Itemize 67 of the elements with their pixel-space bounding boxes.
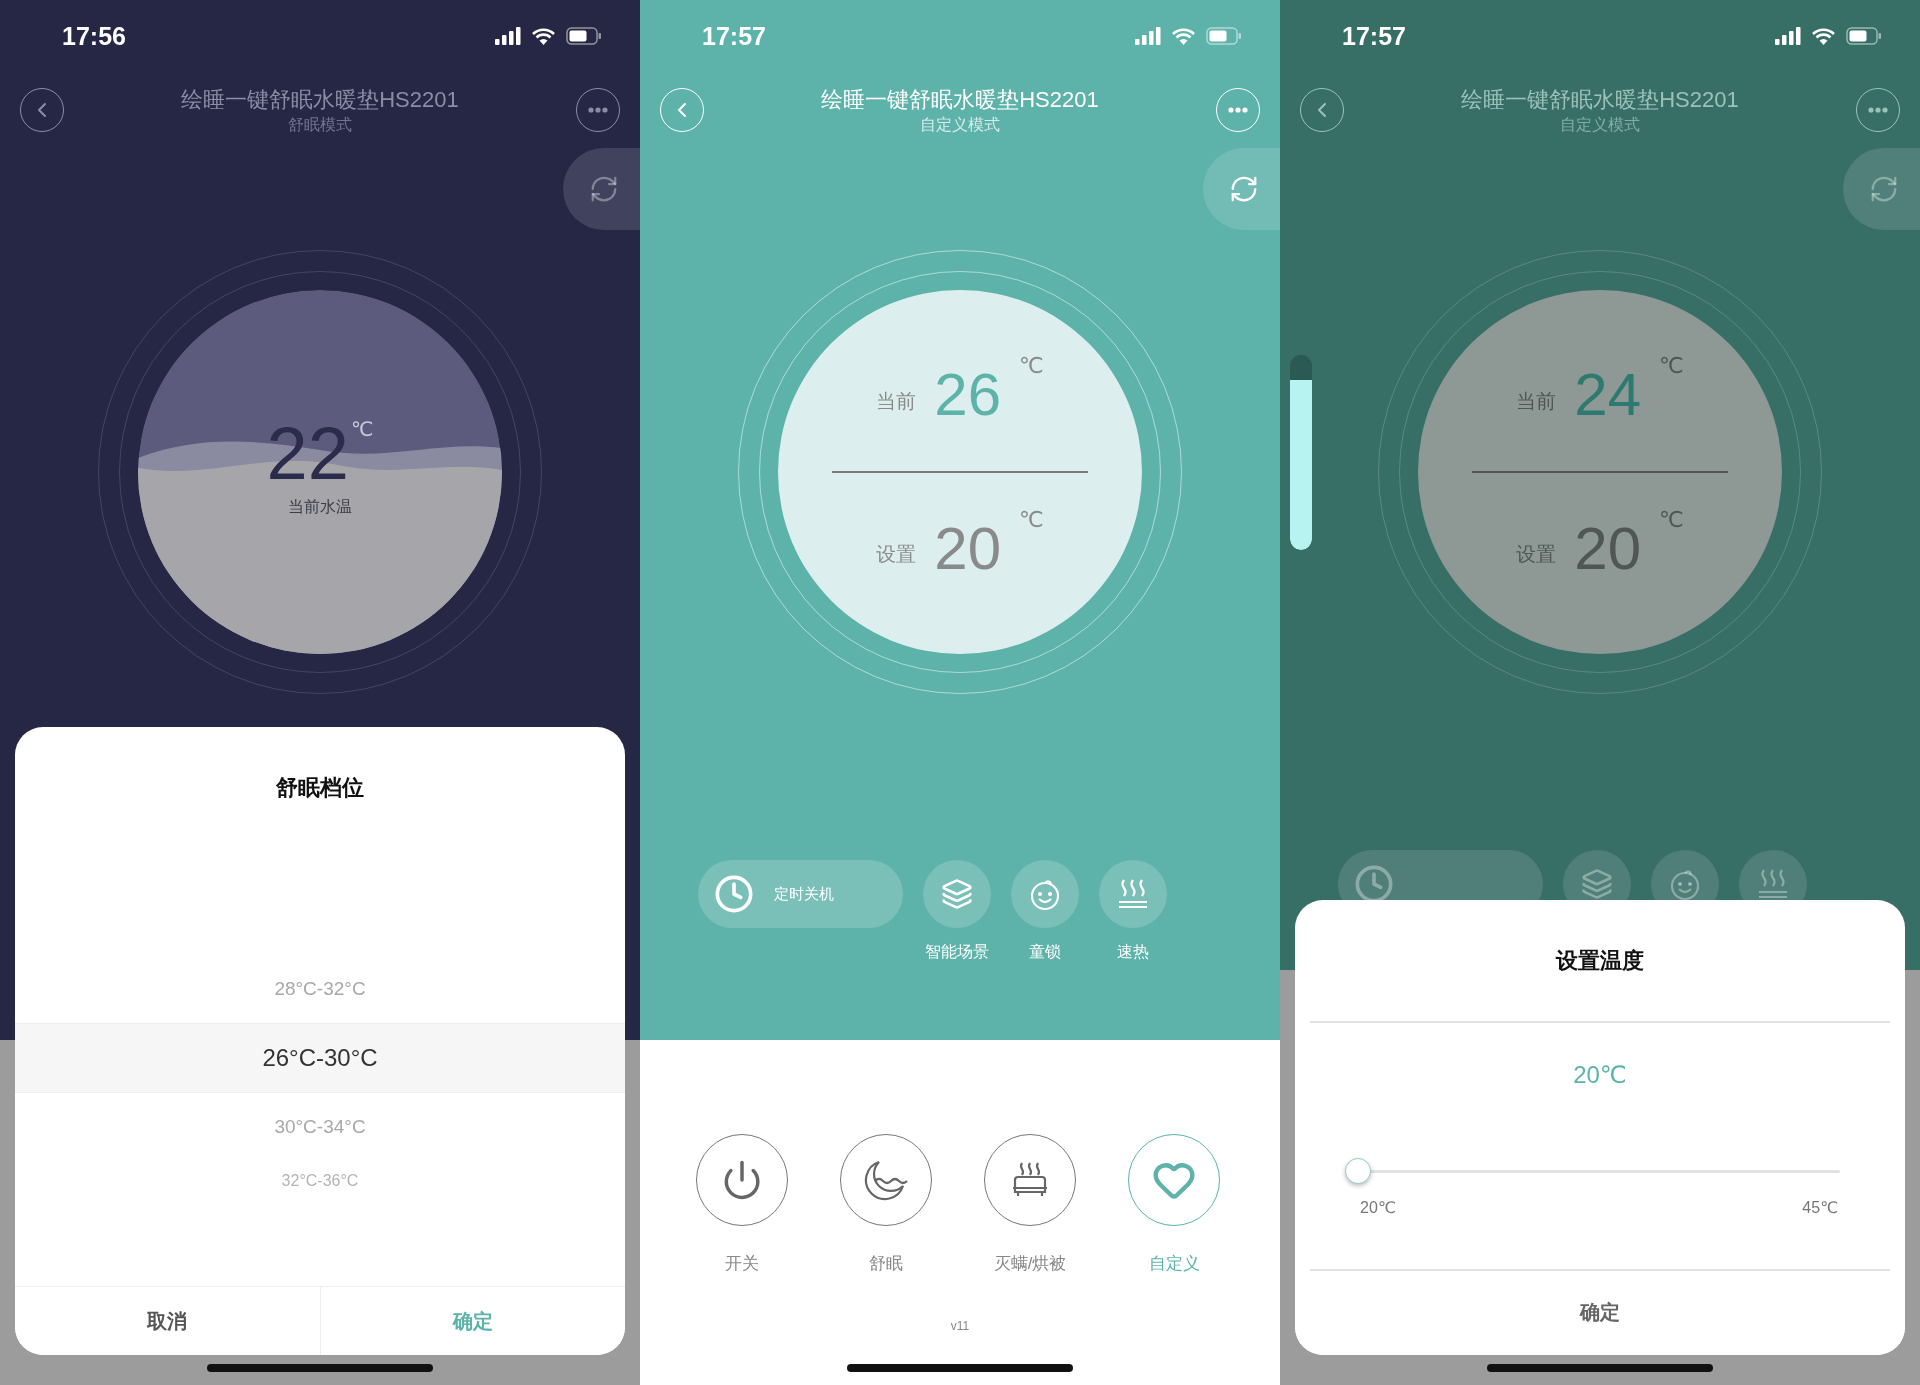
set-temperature: 20 bbox=[934, 518, 1001, 579]
max-label: 45℃ bbox=[1802, 1198, 1838, 1218]
picker-option[interactable]: 32°C-36°C bbox=[15, 1161, 625, 1201]
set-label: 设置 bbox=[876, 542, 917, 568]
moon-waves-icon bbox=[863, 1159, 909, 1201]
function-label: 童锁 bbox=[1029, 942, 1061, 962]
temperature-value: 20℃ bbox=[1573, 1060, 1627, 1089]
function-label: 智能场景 bbox=[925, 942, 989, 962]
heat-waves-icon bbox=[1117, 877, 1149, 911]
unit-label: ℃ bbox=[1019, 506, 1044, 533]
refresh-button[interactable] bbox=[563, 148, 640, 230]
layers-icon bbox=[941, 878, 973, 910]
temperature-value: 22 bbox=[266, 416, 349, 491]
function-label: 速热 bbox=[1117, 942, 1149, 962]
status-time: 17:56 bbox=[62, 21, 126, 51]
timer-button[interactable]: 定时关机 bbox=[698, 860, 903, 928]
set-label: 设置 bbox=[1516, 542, 1557, 568]
more-icon bbox=[1868, 107, 1888, 113]
signal-icon bbox=[495, 27, 521, 45]
heat-waves-icon bbox=[1757, 867, 1789, 901]
picker-option[interactable]: 26°C-30°C bbox=[15, 1023, 625, 1093]
refresh-button[interactable] bbox=[1843, 148, 1920, 230]
unit-label: ℃ bbox=[350, 416, 374, 441]
sheet-title: 设置温度 bbox=[1556, 947, 1644, 975]
picker-option[interactable]: 30°C-34°C bbox=[15, 1093, 625, 1161]
set-temperature: 20 bbox=[1574, 518, 1641, 579]
wifi-icon bbox=[1171, 27, 1196, 45]
status-time: 17:57 bbox=[1342, 21, 1406, 51]
layers-icon bbox=[1581, 868, 1613, 900]
device-title: 绘睡一键舒眠水暖垫HS2201 bbox=[821, 85, 1099, 114]
mode-label: 舒眠 bbox=[869, 1253, 903, 1275]
mode-label: 灭螨/烘被 bbox=[993, 1253, 1067, 1275]
confirm-button[interactable]: 确定 bbox=[319, 1287, 625, 1355]
current-label: 当前 bbox=[876, 388, 917, 414]
more-icon bbox=[588, 107, 608, 113]
battery-icon bbox=[1206, 27, 1242, 45]
unit-label: ℃ bbox=[1659, 353, 1684, 380]
wifi-icon bbox=[1811, 27, 1836, 45]
slider-thumb[interactable] bbox=[1345, 1157, 1371, 1184]
picker-option[interactable]: 28°C-32°C bbox=[15, 955, 625, 1023]
mode-subtitle: 自定义模式 bbox=[920, 114, 1000, 135]
battery-icon bbox=[1846, 27, 1882, 45]
version-label: v11 bbox=[950, 1319, 970, 1333]
unit-label: ℃ bbox=[1019, 353, 1044, 380]
wifi-icon bbox=[531, 27, 556, 45]
refresh-button[interactable] bbox=[1203, 148, 1280, 230]
mode-label: 开关 bbox=[725, 1253, 759, 1275]
temperature-caption: 当前水温 bbox=[288, 496, 352, 517]
sheet-title: 舒眠档位 bbox=[276, 774, 364, 802]
current-temperature: 24 bbox=[1574, 365, 1641, 426]
battery-icon bbox=[566, 27, 602, 45]
clock-icon bbox=[714, 874, 754, 914]
mode-label: 自定义 bbox=[1148, 1253, 1200, 1275]
device-title: 绘睡一键舒眠水暖垫HS2201 bbox=[181, 85, 459, 114]
signal-icon bbox=[1135, 27, 1161, 45]
current-temperature: 26 bbox=[934, 365, 1001, 426]
device-title: 绘睡一键舒眠水暖垫HS2201 bbox=[1461, 85, 1739, 114]
unit-label: ℃ bbox=[1659, 506, 1684, 533]
mode-subtitle: 舒眠模式 bbox=[288, 114, 352, 135]
signal-icon bbox=[1775, 27, 1801, 45]
more-icon bbox=[1228, 107, 1248, 113]
status-time: 17:57 bbox=[702, 21, 766, 51]
mode-subtitle: 自定义模式 bbox=[1560, 114, 1640, 135]
current-label: 当前 bbox=[1516, 388, 1557, 414]
min-label: 20℃ bbox=[1360, 1198, 1396, 1218]
baby-face-icon bbox=[1668, 867, 1702, 901]
baby-face-icon bbox=[1028, 877, 1062, 911]
